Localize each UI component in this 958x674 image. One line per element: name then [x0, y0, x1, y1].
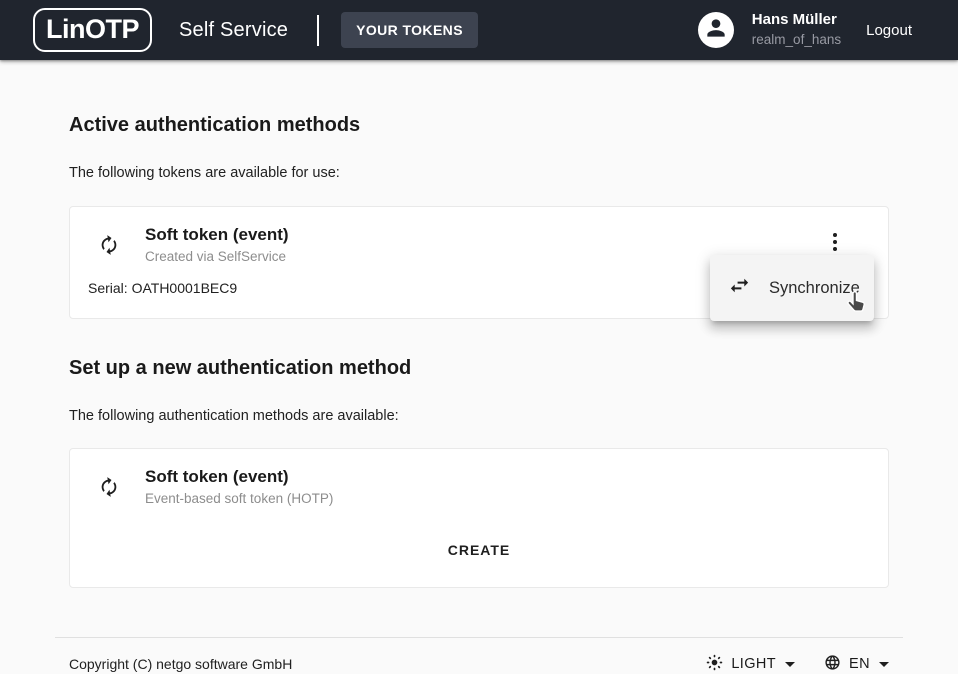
new-method-actions: CREATE — [70, 507, 888, 587]
new-method-card-header: Soft token (event) Event-based soft toke… — [70, 449, 888, 507]
create-button[interactable]: CREATE — [438, 536, 521, 564]
setup-heading: Set up a new authentication method — [69, 355, 889, 381]
token-more-menu-button[interactable] — [823, 230, 847, 254]
footer: Copyright (C) netgo software GmbH LIGHT — [69, 638, 889, 674]
theme-picker[interactable]: LIGHT — [706, 654, 795, 674]
user-realm: realm_of_hans — [752, 32, 841, 49]
menu-item-label: Synchronize — [769, 279, 860, 298]
copyright-text: Copyright (C) netgo software GmbH — [69, 656, 292, 672]
kebab-menu-icon — [833, 233, 837, 237]
active-methods-subtitle: The following tokens are available for u… — [69, 164, 889, 183]
swap-horizontal-icon — [728, 274, 751, 302]
app-header: LinOTP Self Service YOUR TOKENS Hans Mül… — [0, 0, 958, 60]
main-content: Active authentication methods The follow… — [55, 112, 903, 674]
nav-your-tokens-button[interactable]: YOUR TOKENS — [341, 12, 478, 48]
menu-item-synchronize[interactable]: Synchronize — [728, 274, 860, 302]
theme-label: LIGHT — [731, 656, 776, 672]
sync-icon — [98, 234, 120, 261]
user-name: Hans Müller — [752, 11, 841, 30]
chevron-down-icon — [879, 662, 889, 667]
token-description: Created via SelfService — [145, 248, 289, 265]
new-method-card: Soft token (event) Event-based soft toke… — [69, 448, 889, 588]
avatar — [698, 12, 734, 48]
setup-subtitle: The following authentication methods are… — [69, 407, 889, 426]
linotp-logo: LinOTP — [33, 8, 152, 52]
page-title: Self Service — [179, 19, 288, 42]
sun-icon — [706, 654, 723, 674]
method-name: Soft token (event) — [145, 466, 333, 488]
sync-icon — [98, 476, 120, 503]
language-picker[interactable]: EN — [824, 654, 889, 674]
logout-button[interactable]: Logout — [866, 22, 912, 39]
active-methods-heading: Active authentication methods — [69, 112, 889, 138]
header-divider — [317, 15, 319, 46]
globe-icon — [824, 654, 841, 674]
token-name: Soft token (event) — [145, 224, 289, 246]
person-icon — [703, 15, 729, 46]
chevron-down-icon — [785, 662, 795, 667]
language-label: EN — [849, 656, 870, 672]
method-description: Event-based soft token (HOTP) — [145, 490, 333, 507]
active-token-text: Soft token (event) Created via SelfServi… — [145, 224, 289, 265]
new-method-text: Soft token (event) Event-based soft toke… — [145, 466, 333, 507]
token-context-menu: Synchronize — [710, 255, 874, 321]
user-info: Hans Müller realm_of_hans — [752, 11, 841, 49]
